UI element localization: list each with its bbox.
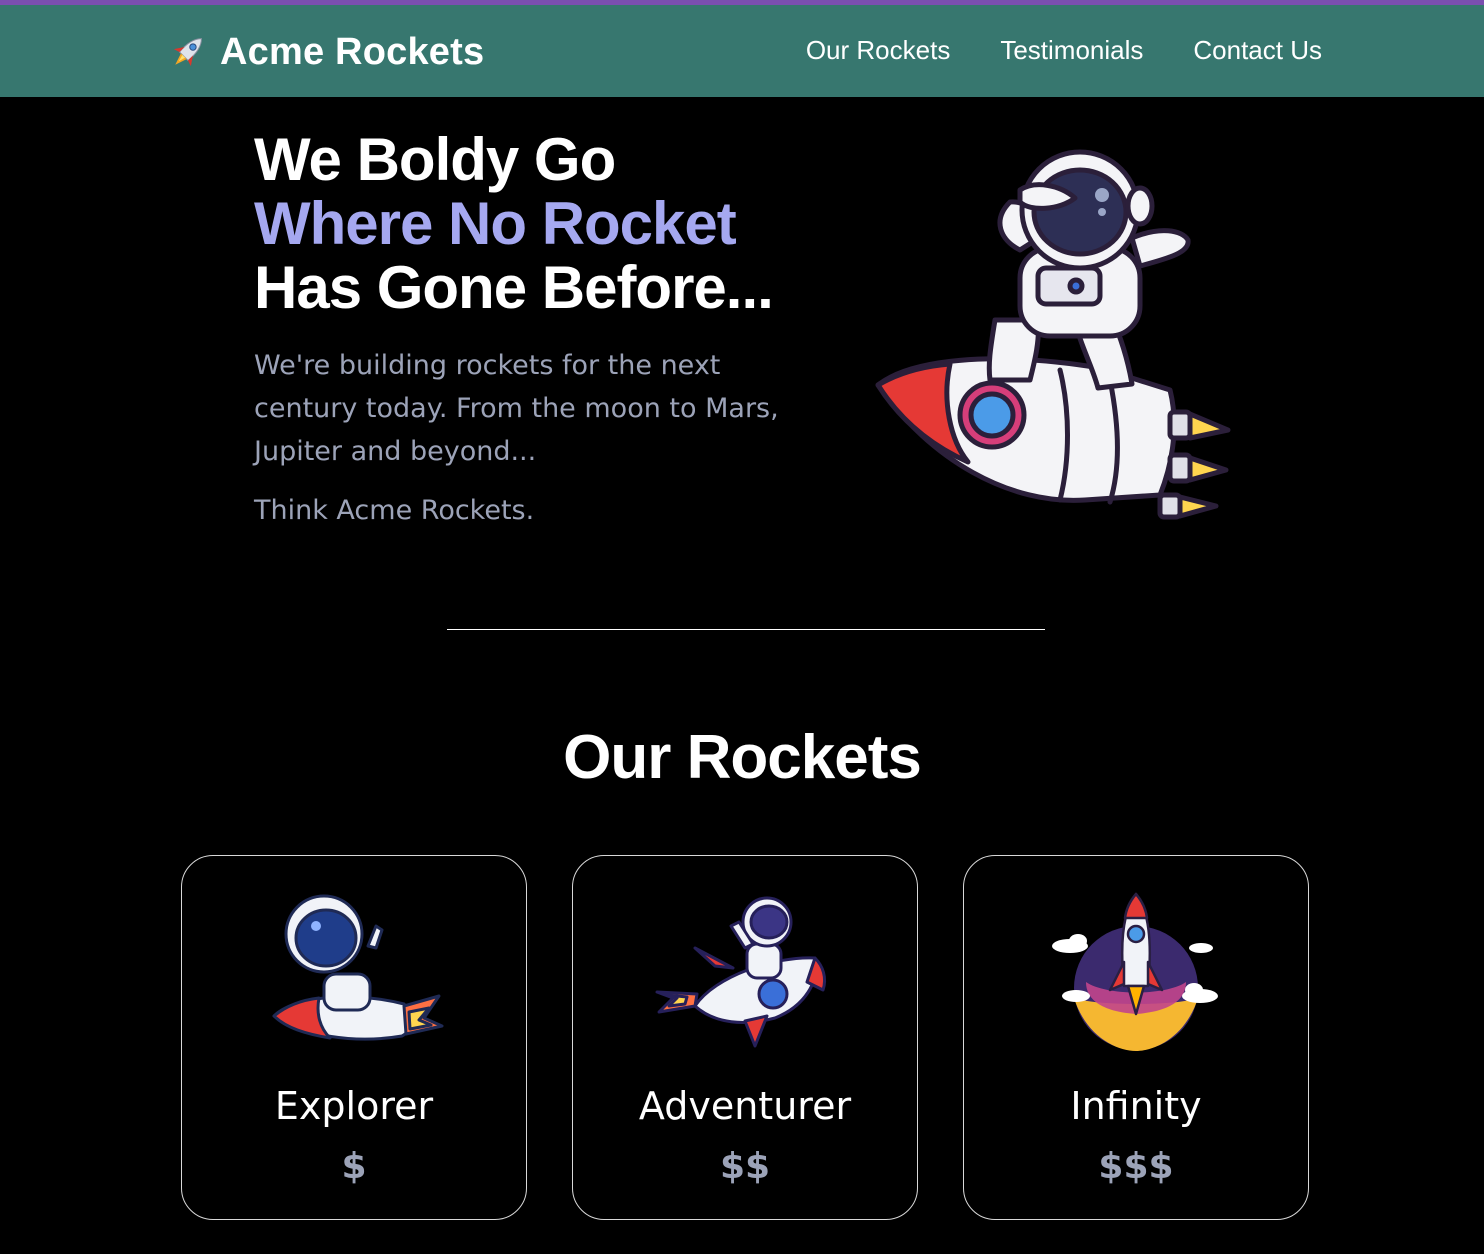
nav-link-our-rockets[interactable]: Our Rockets	[806, 35, 951, 66]
brand-link[interactable]: Acme Rockets	[166, 27, 484, 77]
hero-title-line-3: Has Gone Before...	[254, 254, 774, 321]
astronaut-on-rocket-illustration	[875, 149, 1231, 520]
brand-name: Acme Rockets	[220, 30, 485, 73]
rocket-card-price: $$	[719, 1146, 771, 1187]
rocket-card-name: Infinity	[1070, 1084, 1202, 1128]
nav-link-contact-us[interactable]: Contact Us	[1193, 35, 1322, 66]
rocket-card-name: Adventurer	[638, 1084, 852, 1128]
astronaut-waving-on-rocket-illustration	[655, 896, 827, 1048]
hero-description: We're building rockets for the next cent…	[254, 350, 779, 467]
hero-title-line-1: We Boldy Go	[254, 126, 616, 193]
nav-link-testimonials[interactable]: Testimonials	[1000, 35, 1143, 66]
site-header: Acme Rockets Our Rockets Testimonials Co…	[0, 5, 1484, 97]
rocket-card-explorer[interactable]: Explorer $	[181, 855, 527, 1220]
rocket-icon	[173, 38, 202, 67]
astronaut-riding-rocket-illustration	[272, 894, 444, 1041]
rockets-section-title: Our Rockets	[563, 723, 922, 792]
hero-title: We Boldy Go Where No Rocket Has Gone Bef…	[254, 128, 814, 320]
hero-title-line-2: Where No Rocket	[254, 190, 737, 257]
section-divider	[447, 629, 1045, 630]
rocket-launch-illustration	[1052, 892, 1218, 1051]
rocket-card-price: $$$	[1098, 1146, 1174, 1187]
hero-tagline: Think Acme Rockets.	[254, 495, 535, 526]
hero-text: We Boldy Go Where No Rocket Has Gone Bef…	[254, 128, 814, 527]
rocket-card-adventurer[interactable]: Adventurer $$	[572, 855, 918, 1220]
rocket-card-infinity[interactable]: Infinity $$$	[963, 855, 1309, 1220]
main-nav: Our Rockets Testimonials Contact Us	[806, 35, 1322, 66]
rocket-card-price: $	[341, 1146, 367, 1187]
rocket-card-name: Explorer	[274, 1084, 434, 1128]
